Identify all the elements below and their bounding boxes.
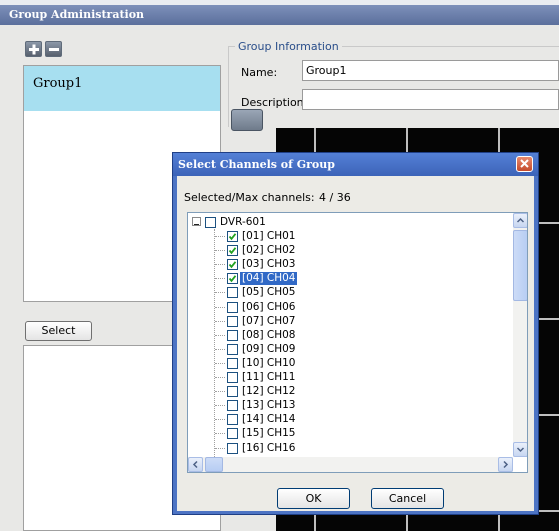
checkbox[interactable] [227,329,238,341]
vertical-scrollbar[interactable] [513,213,527,457]
selected-max-value: 4 / 36 [319,191,351,204]
checkbox[interactable] [227,343,238,355]
name-label: Name: [241,66,278,79]
checkbox[interactable] [227,386,238,398]
checkbox-checked[interactable] [227,231,238,242]
scroll-left-icon[interactable] [188,457,203,472]
checkbox[interactable] [227,400,238,412]
selected-max-label: Selected/Max channels: [184,191,315,204]
checkbox-checked[interactable] [227,273,238,285]
name-field[interactable]: Group1 [302,60,559,81]
tree-branch [215,334,225,336]
scroll-up-icon[interactable] [513,213,527,228]
channel-label: [13] CH13 [242,399,296,412]
channel-label: [09] CH09 [242,342,296,355]
tree-branch [215,278,225,280]
checkbox[interactable] [227,357,238,369]
select-channels-dialog: Select Channels of Group Selected/Max ch… [172,152,539,515]
group-information-legend: Group Information [235,40,342,53]
checkbox[interactable] [205,217,216,228]
checkbox[interactable] [227,315,238,327]
channel-label: [15] CH15 [242,427,296,440]
tree-branch [215,362,225,364]
channel-label: [04] CH04 [240,272,298,286]
minus-icon [49,48,59,51]
layout-icon[interactable] [231,109,263,131]
tree-branch [215,264,225,266]
checkbox[interactable] [227,428,238,440]
close-icon[interactable] [516,156,533,172]
window-title: Group Administration [0,5,559,25]
channel-label: [11] CH11 [242,371,296,383]
channel-label: [03] CH03 [242,258,296,271]
tree-branch [215,391,225,393]
tree-branch [215,348,225,350]
tree-branch [215,405,225,407]
tree-branch [215,419,225,421]
channel-label: [06] CH06 [242,300,296,313]
scroll-right-icon[interactable] [498,457,513,472]
remove-group-button[interactable] [45,41,62,57]
channel-label: DVR-601 [220,216,266,228]
channel-label: [08] CH08 [242,328,296,341]
channel-label: [05] CH05 [242,286,296,299]
checkbox-checked[interactable] [227,259,238,271]
scroll-thumb[interactable] [513,230,527,301]
group-information-box [228,46,559,127]
description-label: Description: [241,96,308,109]
tree-branch [215,250,225,252]
horizontal-scroll-thumb[interactable] [205,457,223,472]
plus-icon [29,44,39,55]
add-group-button[interactable] [25,41,42,57]
tree-connector [214,229,215,457]
tree-collapse-icon[interactable] [192,217,201,226]
tree-branch [215,306,225,308]
select-button[interactable]: Select [25,321,92,341]
dialog-title: Select Channels of Group [173,153,538,176]
channel-label: [16] CH16 [242,441,296,454]
checkbox[interactable] [227,414,238,426]
ok-button[interactable]: OK [277,488,350,509]
channel-label: [02] CH02 [242,244,296,257]
horizontal-scrollbar[interactable] [188,457,513,472]
tree-branch [215,433,225,435]
tree-branch [215,447,225,449]
group-list-item[interactable]: Group1 [24,66,220,111]
cancel-button[interactable]: Cancel [371,488,444,509]
channel-label: [12] CH12 [242,385,296,398]
channel-tree: DVR-601 [01] CH01 [02] CH02 [03] CH03 [04] C… [187,212,528,473]
checkbox[interactable] [227,301,238,313]
checkbox-checked[interactable] [227,245,238,257]
tree-branch [215,377,225,378]
tree-branch [215,292,225,294]
checkbox[interactable] [227,442,238,454]
channel-label: [07] CH07 [242,314,296,327]
dialog-body: Selected/Max channels: 4 / 36 DVR-601 [01… [177,176,534,511]
tree-branch [215,236,225,237]
checkbox[interactable] [227,287,238,299]
channel-label: [14] CH14 [242,413,296,426]
tree-branch [215,320,225,322]
channel-label: [01] CH01 [242,230,296,242]
channel-label: [10] CH10 [242,356,296,369]
description-field[interactable] [302,89,559,110]
scroll-down-icon[interactable] [513,442,527,457]
checkbox[interactable] [227,372,238,383]
